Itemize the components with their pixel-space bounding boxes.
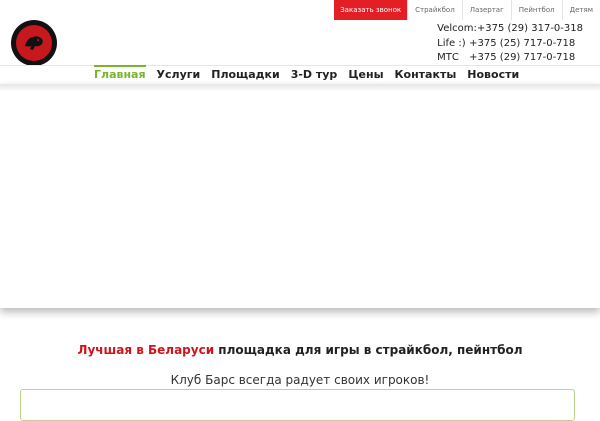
logo-emblem <box>16 25 52 61</box>
topbar-link-paintball[interactable]: Пейнтбол <box>510 0 562 20</box>
hero-top-shadow <box>0 84 600 92</box>
phone-list: Velcom: +375 (29) 317-0-318 Life :) +375 (… <box>437 22 583 66</box>
phone-row-velcom: Velcom: +375 (29) 317-0-318 <box>437 22 583 37</box>
content-box <box>20 389 575 421</box>
phone-number[interactable]: +375 (25) 717-0-718 <box>469 37 575 52</box>
phone-operator: МТС <box>437 52 459 63</box>
headline-rest: площадка для игры в страйкбол, пейнтбол <box>214 343 523 357</box>
nav-item-news[interactable]: Новости <box>467 66 519 84</box>
callback-button[interactable]: Заказать звонок <box>334 0 408 20</box>
nav-item-contacts[interactable]: Контакты <box>395 66 457 84</box>
topbar-link-kids[interactable]: Детям <box>561 0 600 20</box>
phone-operator: Velcom: <box>437 23 477 34</box>
topbar-link-lasertag[interactable]: Лазертаг <box>461 0 511 20</box>
phone-row-mts: МТС +375 (29) 717-0-718 <box>437 51 583 66</box>
headline-highlight: Лучшая в Беларуси <box>77 343 215 357</box>
phone-number[interactable]: +375 (29) 317-0-318 <box>477 22 583 37</box>
page-subtitle: Клуб Барс всегда радует своих игроков! <box>170 373 430 387</box>
club-bars-logo-icon[interactable] <box>11 20 57 66</box>
phone-row-life: Life :) +375 (25) 717-0-718 <box>437 37 583 52</box>
nav-item-venues[interactable]: Площадки <box>211 66 279 84</box>
topbar-link-airsoft[interactable]: Страйкбол <box>407 0 462 20</box>
nav-item-prices[interactable]: Цены <box>348 66 383 84</box>
nav-item-services[interactable]: Услуги <box>157 66 201 84</box>
nav-item-home[interactable]: Главная <box>94 65 146 84</box>
leopard-icon <box>25 36 43 50</box>
top-bar: Заказать звонок Страйкбол Лазертаг Пейнт… <box>334 0 600 20</box>
nav-item-3d-tour[interactable]: 3-D тур <box>291 66 338 84</box>
phone-operator: Life :) <box>437 37 466 49</box>
page-headline: Лучшая в Беларуси площадка для игры в ст… <box>0 343 600 357</box>
phone-number[interactable]: +375 (29) 717-0-718 <box>469 51 575 66</box>
main-nav: Главная Услуги Площадки 3-D тур Цены Кон… <box>94 65 530 84</box>
hero-slider <box>0 84 600 308</box>
